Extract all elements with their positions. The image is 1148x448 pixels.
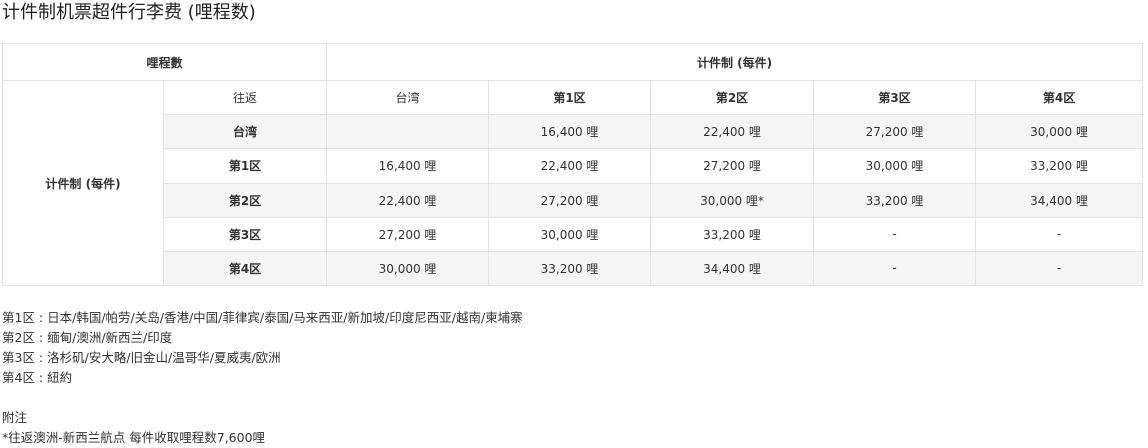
column-header: 第4区 xyxy=(975,80,1144,116)
table-row: 台湾 16,400 哩 22,400 哩 27,200 哩 30,000 哩 xyxy=(2,114,1144,150)
column-header: 第3区 xyxy=(813,80,977,116)
table-cell: 22,400 哩 xyxy=(326,182,490,218)
table-cell: 30,000 哩 xyxy=(813,148,977,184)
notes-section: 第1区 : 日本/韩国/帕劳/关岛/香港/中国/菲律宾/泰国/马来西亚/新加坡/… xyxy=(2,308,523,448)
table-cell: 30,000 哩 xyxy=(975,114,1144,150)
table-cell: 27,200 哩 xyxy=(326,216,490,252)
table-cell: - xyxy=(975,250,1144,287)
table-cell: - xyxy=(975,216,1144,252)
zone-definition: 第2区 : 缅甸/澳洲/新西兰/印度 xyxy=(2,330,173,345)
row-label: 第1区 xyxy=(162,148,328,184)
note-title: 附注 xyxy=(2,410,28,425)
table-cell xyxy=(326,114,490,150)
zone-definition: 第3区 : 洛杉矶/安大略/旧金山/温哥华/夏威夷/欧洲 xyxy=(2,350,281,365)
header-mileage: 哩程數 xyxy=(1,42,328,82)
table-cell: - xyxy=(813,216,977,252)
table-row: 第3区 27,200 哩 30,000 哩 33,200 哩 - - xyxy=(2,216,1144,252)
table-cell: 34,400 哩 xyxy=(975,182,1144,218)
table-cell: 30,000 哩 xyxy=(488,216,652,252)
table-cell: 33,200 哩 xyxy=(650,216,815,252)
table-header-row: 哩程數 计件制 (每件) xyxy=(1,42,1144,82)
table-cell: 34,400 哩 xyxy=(650,250,815,287)
note-text: *往返澳洲-新西兰航点 每件收取哩程数7,600哩 xyxy=(2,430,266,445)
table-cell: 16,400 哩 xyxy=(326,148,490,184)
mileage-fee-table: 哩程數 计件制 (每件) 计件制 (每件) 往返 台湾 第1区 第2区 第3区 … xyxy=(1,42,1144,287)
table-row: 第4区 30,000 哩 33,200 哩 34,400 哩 - - xyxy=(2,250,1144,287)
table-cell: 16,400 哩 xyxy=(488,114,652,150)
column-header: 台湾 xyxy=(326,80,490,116)
table-cell: 27,200 哩 xyxy=(813,114,977,150)
table-row: 第1区 16,400 哩 22,400 哩 27,200 哩 30,000 哩 … xyxy=(2,148,1144,184)
column-header-row: 计件制 (每件) 往返 台湾 第1区 第2区 第3区 第4区 xyxy=(2,80,1144,286)
table-cell: 27,200 哩 xyxy=(650,148,815,184)
table-cell: 33,200 哩 xyxy=(488,250,652,287)
table-cell: 22,400 哩 xyxy=(650,114,815,150)
column-header: 第2区 xyxy=(650,80,815,116)
table-cell: 22,400 哩 xyxy=(488,148,652,184)
corner-label: 往返 xyxy=(162,80,328,116)
header-piece-system: 计件制 (每件) xyxy=(326,42,1144,82)
table-cell: 30,000 哩* xyxy=(650,182,815,218)
table-cell: 30,000 哩 xyxy=(326,250,490,287)
table-cell: - xyxy=(813,250,977,287)
row-group-label: 计件制 (每件) xyxy=(2,80,164,286)
row-label: 第3区 xyxy=(162,216,328,252)
row-label: 第2区 xyxy=(162,182,328,218)
column-header: 第1区 xyxy=(488,80,652,116)
table-cell: 33,200 哩 xyxy=(975,148,1144,184)
page-title: 计件制机票超件行李费 (哩程数) xyxy=(2,2,256,23)
table-row: 第2区 22,400 哩 27,200 哩 30,000 哩* 33,200 哩… xyxy=(2,182,1144,218)
row-label: 台湾 xyxy=(162,114,328,150)
zone-definition: 第4区 : 紐約 xyxy=(2,370,73,385)
table-cell: 27,200 哩 xyxy=(488,182,652,218)
zone-definition: 第1区 : 日本/韩国/帕劳/关岛/香港/中国/菲律宾/泰国/马来西亚/新加坡/… xyxy=(2,310,523,325)
row-label: 第4区 xyxy=(162,250,328,287)
table-cell: 33,200 哩 xyxy=(813,182,977,218)
